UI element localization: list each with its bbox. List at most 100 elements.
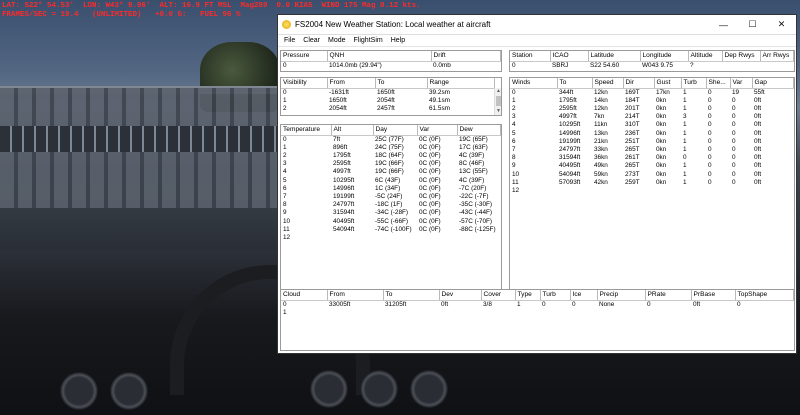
table-row[interactable]: 7 19199ft -5C (24F) 0C (0F) -22C (-7F) [281,193,501,201]
prbase-header[interactable]: PrBase [691,290,736,301]
table-row[interactable]: 3 4997ft 7kn 214T 0kn 3 0 0 0ft [510,113,794,121]
table-row[interactable]: 5 14996ft 13kn 236T 0kn 1 0 0 0ft [510,130,794,138]
station-header[interactable]: Station [510,51,551,62]
var-header[interactable]: Var [417,125,458,136]
dep-rwys-header[interactable]: Dep Rwys [722,51,761,62]
table-row[interactable]: 8 24797ft -18C (1F) 0C (0F) -35C (-30F) [281,201,501,209]
menu-clear[interactable]: Clear [299,35,324,47]
maximize-button[interactable]: ☐ [738,15,767,35]
table-row[interactable]: 10 54094ft 59kn 273T 0kn 1 0 0 0ft [510,171,794,179]
table-row[interactable]: 1 1650ft 2054ft 49.1sm [281,97,495,105]
table-row[interactable]: 0 7ft 25C (77F) 0C (0F) 19C (65F) [281,135,501,144]
table-row[interactable]: 0 33005ft 31205ft 0ft 3/8 1 0 0 None 0 0ft 0 [281,300,794,309]
table-row[interactable]: 6 19199ft 21kn 251T 0kn 1 0 0 0ft [510,138,794,146]
speed-header[interactable]: Speed [592,78,624,89]
table-row[interactable]: 9 40495ft 49kn 265T 0kn 1 0 0 0ft [510,162,794,170]
type-header[interactable]: Type [515,290,541,301]
close-button[interactable]: ✕ [767,15,796,35]
table-row[interactable]: 2 2595ft 12kn 201T 0kn 1 0 0 0ft [510,105,794,113]
icao-header[interactable]: ICAO [550,51,589,62]
cell: 13C (55F) [459,168,488,176]
station-table: Station ICAO Latitude Longitude Altitude… [510,51,794,70]
winds-header[interactable]: Winds [510,78,558,89]
cell: 4 [283,168,287,176]
cell: 55ft [754,88,765,96]
table-row[interactable]: 6 14996ft 1C (34F) 0C (0F) -7C (20F) [281,185,501,193]
table-row[interactable]: 11 54094ft -74C (-100F) 0C (0F) -88C (-125F) [281,226,501,234]
to-header[interactable]: To [383,290,440,301]
cloud-header[interactable]: Cloud [281,290,328,301]
to-header[interactable]: To [375,78,428,89]
scroll-up-icon[interactable]: ▲ [495,88,501,95]
scroll-down-icon[interactable]: ▼ [495,108,501,115]
temperature-header[interactable]: Temperature [281,125,332,136]
longitude-header[interactable]: Longitude [640,51,689,62]
table-row[interactable]: 2 2054ft 2457ft 61.5sm [281,105,495,113]
gust-header[interactable]: Gust [654,78,682,89]
cloud-table: Cloud From To Dev Cover Type Turb Ice Pr… [281,290,794,317]
table-row[interactable]: 4 10295ft 11kn 310T 0kn 1 0 0 0ft [510,121,794,129]
dev-header[interactable]: Dev [439,290,482,301]
turb-header[interactable]: Turb [540,290,571,301]
title-bar[interactable]: FS2004 New Weather Station: Local weathe… [278,15,796,35]
range-header[interactable]: Range [427,78,495,89]
from-header[interactable]: From [327,290,384,301]
table-row[interactable]: 10 40495ft -55C (-66F) 0C (0F) -57C (-70F) [281,218,501,226]
qnh-header[interactable]: QNH [327,51,432,62]
gap-header[interactable]: Gap [752,78,794,89]
winds-panel: Winds To Speed Dir Gust Turb She... Var … [509,77,795,297]
table-row[interactable]: 4 4997ft 19C (66F) 0C (0F) 13C (55F) [281,168,501,176]
gauge-instrument [410,370,448,408]
cell: 19C (65F) [459,135,488,143]
menu-file[interactable]: File [280,35,299,47]
alt-header[interactable]: Alt [331,125,374,136]
cell [654,187,681,195]
prate-header[interactable]: PRate [645,290,692,301]
table-row[interactable]: 2 1795ft 18C (64F) 0C (0F) 4C (39F) [281,152,501,160]
table-row[interactable]: 3 2595ft 19C (66F) 0C (0F) 8C (46F) [281,160,501,168]
table-row[interactable]: 7 24797ft 33kn 265T 0kn 1 0 0 0ft [510,146,794,154]
table-row[interactable]: 5 10295ft 6C (43F) 0C (0F) 4C (39F) [281,177,501,185]
to-header[interactable]: To [557,78,593,89]
table-row[interactable]: 12 [281,234,501,242]
table-row[interactable]: 0 1014.0mb (29.94") 0.0mb [281,61,501,70]
cell: 61.5sm [429,104,450,112]
table-row[interactable]: 1 [281,309,794,317]
dew-header[interactable]: Dew [457,125,501,136]
latitude-header[interactable]: Latitude [588,51,641,62]
scroll-thumb[interactable] [496,96,501,106]
arr-rwys-header[interactable]: Arr Rwys [760,51,794,62]
table-row[interactable]: 11 57093ft 42kn 259T 0kn 1 0 0 0ft [510,179,794,187]
table-row[interactable]: 0 SBRJ S22 54.60 W043 9.75 ? [510,61,794,70]
cover-header[interactable]: Cover [481,290,516,301]
topshape-header[interactable]: TopShape [735,290,794,301]
cell: 0kn [656,96,667,104]
vertical-scrollbar[interactable]: ▲ ▼ [494,88,501,115]
menu-mode[interactable]: Mode [324,35,350,47]
dir-header[interactable]: Dir [623,78,655,89]
visibility-header[interactable]: Visibility [281,78,328,89]
table-row[interactable]: 12 [510,187,794,195]
turb-header[interactable]: Turb [681,78,707,89]
table-row[interactable]: 0 344ft 12kn 169T 17kn 1 0 19 55ft [510,88,794,97]
from-header[interactable]: From [327,78,376,89]
table-row[interactable]: 8 31594ft 36kn 261T 0kn 0 0 0 0ft [510,154,794,162]
shear-header[interactable]: She... [706,78,731,89]
menu-help[interactable]: Help [387,35,409,47]
menu-flightsim[interactable]: FlightSim [350,35,387,47]
weather-station-window[interactable]: FS2004 New Weather Station: Local weathe… [277,14,797,354]
var-header[interactable]: Var [730,78,753,89]
table-row[interactable]: 0 -1631ft 1650ft 39.2sm [281,88,495,97]
precip-header[interactable]: Precip [597,290,646,301]
cell: -5C (24F) [375,192,403,200]
table-row[interactable]: 9 31594ft -34C (-28F) 0C (0F) -43C (-44F) [281,209,501,217]
day-header[interactable]: Day [373,125,418,136]
ice-header[interactable]: Ice [570,290,598,301]
altitude-header[interactable]: Altitude [688,51,723,62]
pressure-header[interactable]: Pressure [281,51,328,62]
table-row[interactable]: 1 1795ft 14kn 184T 0kn 1 0 0 0ft [510,97,794,105]
table-row[interactable]: 1 896ft 24C (75F) 0C (0F) 17C (63F) [281,144,501,152]
cell [373,234,417,242]
minimize-button[interactable]: — [709,15,738,35]
drift-header[interactable]: Drift [431,51,501,62]
